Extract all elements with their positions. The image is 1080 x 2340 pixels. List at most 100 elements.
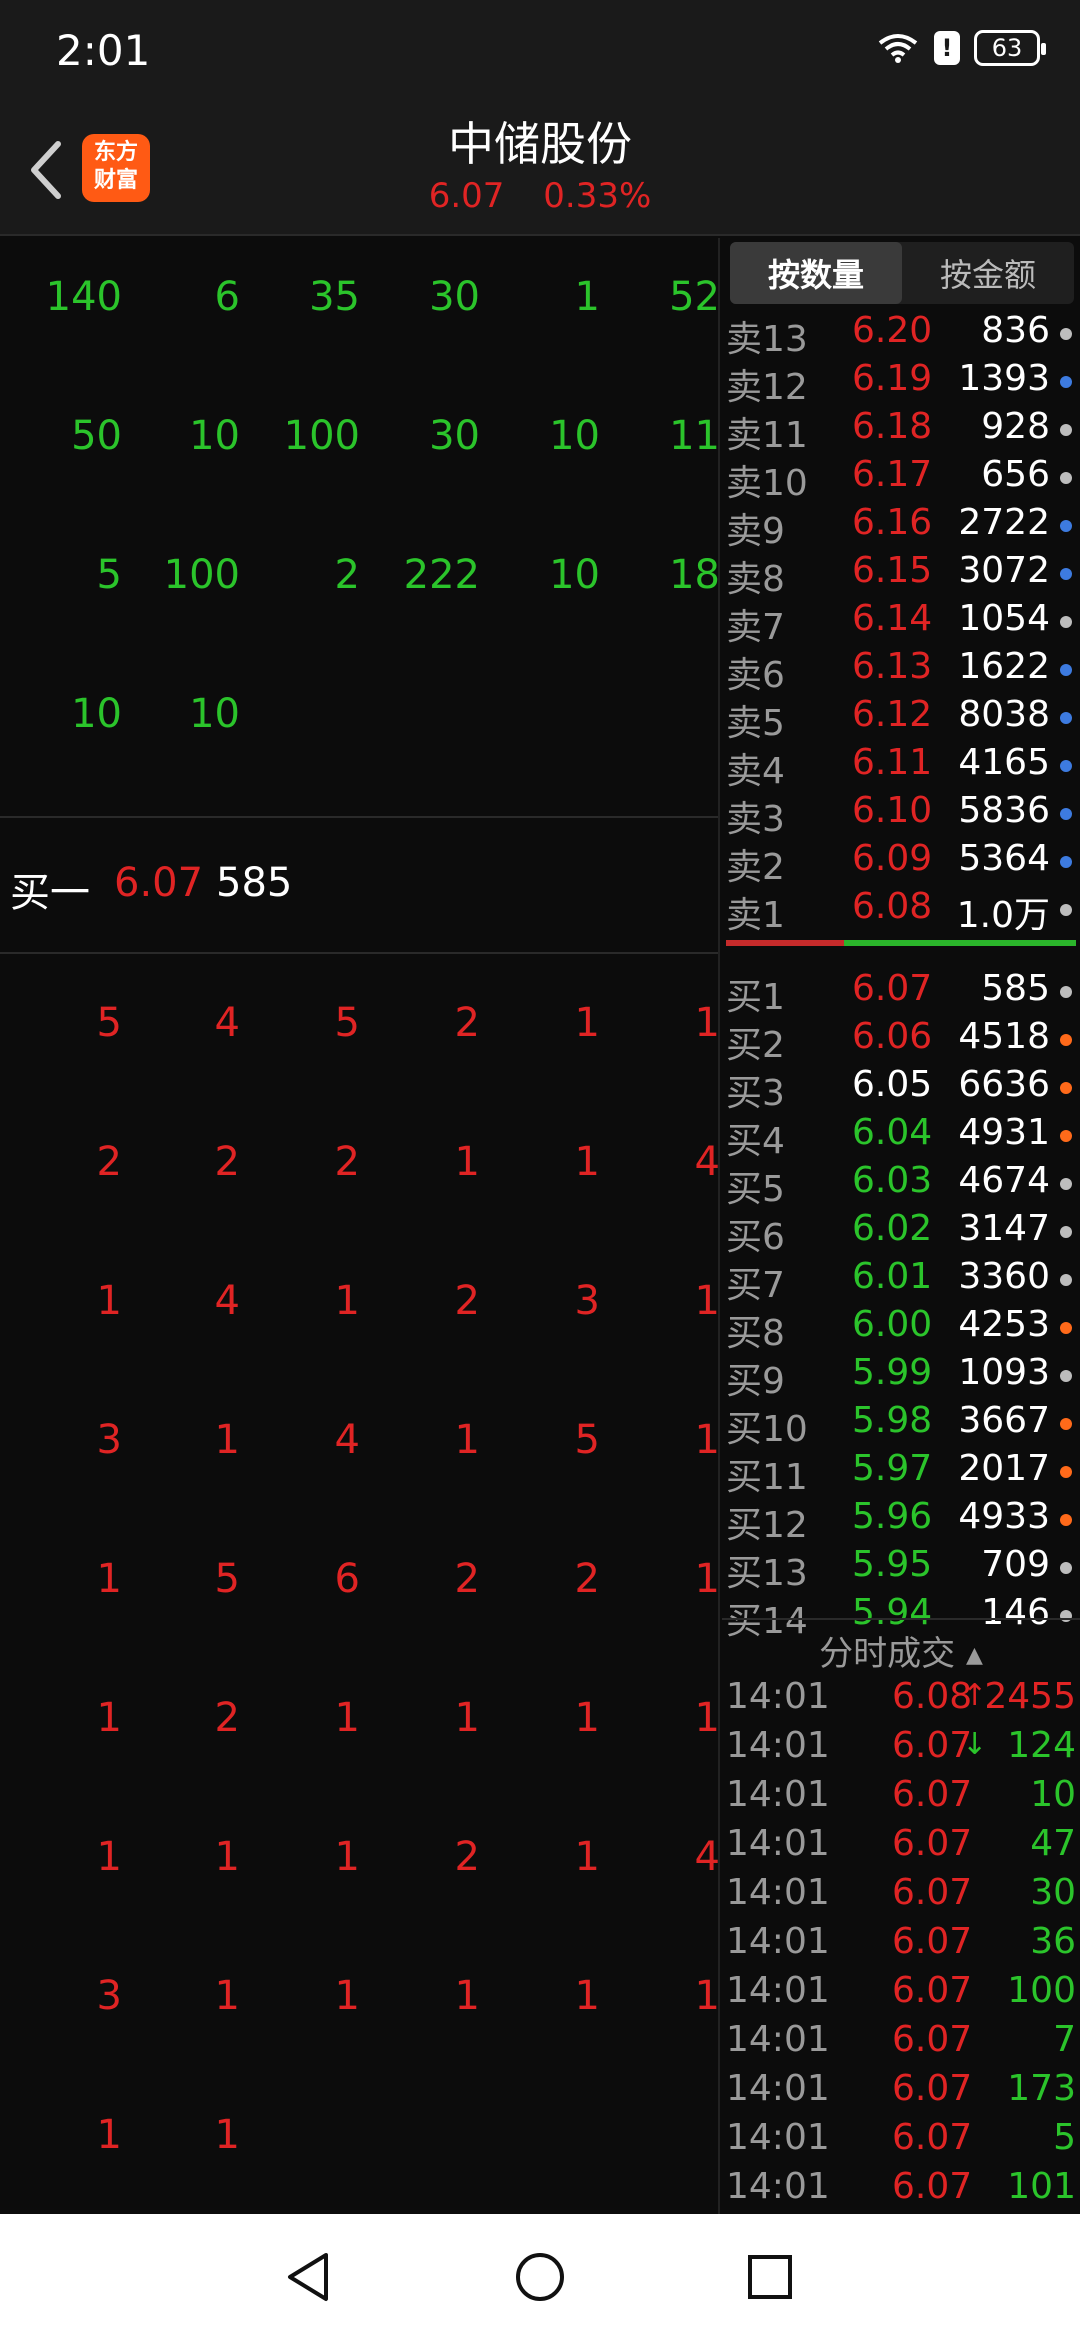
order-type-dot-icon	[1060, 986, 1072, 998]
queue-order-size: 5	[574, 1417, 600, 1463]
queue-order-size: 1	[574, 274, 600, 320]
bid-level-row[interactable]: 买6 6.02 3147	[722, 1208, 1080, 1258]
level-price: 6.09	[852, 838, 933, 879]
stock-name: 中储股份	[448, 117, 632, 171]
queue-order-size: 6	[214, 274, 240, 320]
level-volume: 3072	[958, 550, 1050, 591]
trades-title: 分时成交	[819, 1634, 956, 1674]
queue-order-size: 1	[694, 1000, 720, 1046]
order-type-dot-icon	[1060, 1178, 1072, 1190]
status-icons: ! 63	[876, 30, 1046, 66]
queue-row: 5 100 2 222 10 18	[0, 552, 718, 612]
alert-icon: !	[934, 31, 960, 65]
level-volume: 1054	[958, 598, 1050, 639]
order-type-dot-icon	[1060, 1562, 1072, 1574]
queue-order-size: 1	[334, 1695, 360, 1741]
level-volume: 6636	[958, 1064, 1050, 1105]
nav-back-icon[interactable]	[280, 2247, 340, 2307]
nav-home-icon[interactable]	[510, 2247, 570, 2307]
order-queue-panel[interactable]: 140 6 35 30 1 52 50 10 100 30 10 11 5 100 2 222 10 18 10 10…	[0, 238, 720, 2214]
level-volume: 3147	[958, 1208, 1050, 1249]
level-price: 6.17	[852, 454, 933, 495]
bid-level-row[interactable]: 买12 5.96 4933	[722, 1496, 1080, 1546]
queue-order-size: 4	[214, 1000, 240, 1046]
queue-row: 2 2 2 1 1 4	[0, 1139, 718, 1199]
trade-time: 14:01	[726, 2019, 830, 2060]
queue-order-size: 5	[96, 1000, 122, 1046]
bid-level-row[interactable]: 买8 6.00 4253	[722, 1304, 1080, 1354]
queue-order-size: 2	[214, 1695, 240, 1741]
sort-up-icon: ▲	[965, 1643, 983, 1668]
level-price: 5.95	[852, 1544, 933, 1585]
level-volume: 656	[981, 454, 1050, 495]
trade-row: 14:01 6.07 30	[722, 1872, 1080, 1921]
level-price: 6.13	[852, 646, 933, 687]
level-volume: 1093	[958, 1352, 1050, 1393]
queue-order-size: 2	[334, 1139, 360, 1185]
queue-order-size: 4	[694, 1834, 720, 1880]
level-volume: 2017	[958, 1448, 1050, 1489]
order-type-dot-icon	[1060, 424, 1072, 436]
level-volume: 1.0万	[956, 895, 1050, 936]
bid-level-row[interactable]: 买9 5.99 1093	[722, 1352, 1080, 1402]
queue-order-size: 1	[574, 1695, 600, 1741]
bid-level-row[interactable]: 买3 6.05 6636	[722, 1064, 1080, 1114]
bid-level-row[interactable]: 买7 6.01 3360	[722, 1256, 1080, 1306]
order-book-panel: 按数量 按金额 卖13 6.20 836 卖12 6.19 1393 卖11 6.18 928 卖…	[722, 238, 1080, 2214]
trade-time: 14:01	[726, 1725, 830, 1766]
trade-row: 14:01 6.07 47	[722, 1823, 1080, 1872]
queue-order-size: 2	[454, 1278, 480, 1324]
level-price: 5.98	[852, 1400, 933, 1441]
ask-level-row: 卖8 6.15 3072	[722, 550, 1080, 600]
bid-level-row[interactable]: 买4 6.04 4931	[722, 1112, 1080, 1162]
tab-by-amount[interactable]: 按金额	[902, 242, 1074, 304]
stock-quote: 6.07 0.33%	[0, 176, 1080, 216]
queue-order-size: 10	[189, 413, 240, 459]
queue-order-size: 1	[694, 1417, 720, 1463]
buy1-volume: 585	[216, 860, 293, 906]
level-price: 6.06	[852, 1016, 933, 1057]
level-volume: 3360	[958, 1256, 1050, 1297]
tab-by-volume[interactable]: 按数量	[730, 242, 902, 304]
ask-level-row: 卖12 6.19 1393	[722, 358, 1080, 408]
level-label: 买5	[726, 1169, 785, 1210]
ask-level-row: 卖11 6.18 928	[722, 406, 1080, 456]
bid-level-row[interactable]: 买11 5.97 2017	[722, 1448, 1080, 1498]
bid-level-row[interactable]: 买2 6.06 4518	[722, 1016, 1080, 1066]
ask-level-row: 卖9 6.16 2722	[722, 502, 1080, 552]
level-label: 买1	[726, 977, 785, 1018]
level-label: 卖12	[726, 367, 808, 408]
order-type-dot-icon	[1060, 1418, 1072, 1430]
level-label: 买7	[726, 1265, 785, 1306]
trade-price: 6.07	[892, 2068, 973, 2109]
queue-order-size: 1	[694, 1695, 720, 1741]
battery-icon: 63	[974, 30, 1046, 66]
order-type-dot-icon	[1060, 808, 1072, 820]
nav-recents-icon[interactable]	[740, 2247, 800, 2307]
stock-price: 6.07	[428, 176, 505, 216]
queue-order-size: 1	[574, 1139, 600, 1185]
bid-level-row[interactable]: 买10 5.98 3667	[722, 1400, 1080, 1450]
trade-time: 14:01	[726, 2117, 830, 2158]
bid-level-row[interactable]: 买5 6.03 4674	[722, 1160, 1080, 1210]
bid-level-row[interactable]: 买13 5.95 709	[722, 1544, 1080, 1594]
level-label: 买11	[726, 1457, 808, 1498]
order-type-dot-icon	[1060, 616, 1072, 628]
trades-header[interactable]: 分时成交 ▲	[722, 1618, 1080, 1674]
queue-order-size: 100	[163, 552, 240, 598]
status-time: 2:01	[56, 26, 151, 75]
queue-order-size: 30	[429, 274, 480, 320]
trade-row: 14:01 6.07 ↓ 124	[722, 1725, 1080, 1774]
system-navbar	[0, 2214, 1080, 2340]
queue-order-size: 2	[454, 1834, 480, 1880]
bid-level-row[interactable]: 买1 6.07 585	[722, 968, 1080, 1018]
queue-row: 10 10	[0, 691, 718, 751]
queue-row: 1 1 1 2 1 4	[0, 1834, 720, 1894]
level-label: 卖2	[726, 847, 785, 888]
level-price: 6.03	[852, 1160, 933, 1201]
order-type-dot-icon	[1060, 472, 1072, 484]
level-volume: 1622	[958, 646, 1050, 687]
level-label: 卖7	[726, 607, 785, 648]
trade-row: 14:01 6.07 101	[722, 2166, 1080, 2214]
bid-ratio	[844, 940, 1076, 946]
